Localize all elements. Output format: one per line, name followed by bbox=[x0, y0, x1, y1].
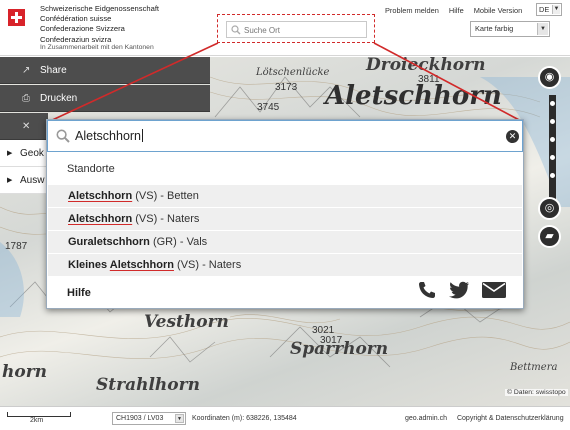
result-match: Guraletschhorn bbox=[68, 236, 150, 248]
confederation-name-fr: Confédération suisse bbox=[40, 14, 112, 24]
target-icon: ◉ bbox=[544, 71, 555, 83]
result-match: Aletschhorn bbox=[68, 213, 133, 225]
phone-icon[interactable] bbox=[417, 280, 437, 300]
zoom-slider[interactable] bbox=[549, 95, 556, 200]
result-detail: (VS) - Naters bbox=[173, 259, 242, 271]
search-result-item[interactable]: Aletschhorn (VS) - Naters bbox=[48, 208, 522, 231]
confederation-subtitle: In Zusammenarbeit mit den Kantonen bbox=[40, 44, 154, 51]
search-bar[interactable]: Aletschhorn ✕ bbox=[47, 120, 523, 152]
compass-icon: ◎ bbox=[544, 202, 555, 214]
result-prefix: Kleines bbox=[68, 259, 110, 271]
search-result-item[interactable]: Kleines Aletschhorn (VS) - Naters bbox=[48, 254, 522, 277]
geolocate-button[interactable]: ◉ bbox=[538, 66, 561, 89]
zoom-tick bbox=[550, 119, 555, 124]
map-label-dettmera: Bettmera bbox=[510, 362, 558, 373]
triangle-right-icon: ▶ bbox=[7, 150, 13, 157]
mobile-version-link[interactable]: Mobile Version bbox=[474, 6, 522, 15]
map-elevation: 3811 bbox=[418, 74, 440, 85]
map-label-horn: horn bbox=[2, 362, 48, 382]
result-match: Aletschhorn bbox=[109, 259, 174, 271]
copyright-privacy-link[interactable]: Copyright & Datenschutzerklärung bbox=[457, 415, 564, 422]
coordinate-system-value: CH1903 / LV03 bbox=[116, 415, 164, 422]
language-select[interactable]: DE ▼ bbox=[536, 3, 562, 16]
triangle-right-icon: ▶ bbox=[7, 177, 13, 184]
zoom-tick bbox=[550, 173, 555, 178]
coordinate-system-select[interactable]: CH1903 / LV03 ▼ bbox=[112, 412, 186, 425]
print-icon: ⎙ bbox=[22, 93, 30, 104]
switzerland-icon: ▰ bbox=[545, 230, 554, 242]
result-detail: (VS) - Betten bbox=[132, 190, 199, 202]
search-query: Aletschhorn bbox=[75, 129, 142, 143]
status-bar: 2km CH1903 / LV03 ▼ Koordinaten (m): 638… bbox=[0, 406, 570, 430]
help-link[interactable]: Hilfe bbox=[449, 6, 464, 15]
header-search-box[interactable] bbox=[226, 21, 367, 38]
tools-button[interactable]: ✕ bbox=[0, 113, 48, 140]
mail-icon[interactable] bbox=[481, 280, 507, 300]
zoom-tick bbox=[550, 155, 555, 160]
rotate-button[interactable]: ◎ bbox=[538, 197, 561, 220]
twitter-icon[interactable] bbox=[448, 280, 470, 300]
map-elevation: 3173 bbox=[275, 82, 298, 93]
result-detail: (VS) - Naters bbox=[132, 213, 200, 225]
share-button[interactable]: ↗ Share bbox=[0, 57, 210, 84]
map-elevation: 3017 bbox=[320, 335, 343, 346]
header: Schweizerische Eidgenossenschaft Confédé… bbox=[0, 0, 570, 56]
background-layer-value: Karte farbig bbox=[475, 24, 514, 33]
results-section-header: Standorte bbox=[67, 163, 115, 175]
search-input[interactable]: Aletschhorn bbox=[75, 129, 144, 143]
header-search-input[interactable] bbox=[244, 24, 362, 36]
share-label: Share bbox=[40, 65, 67, 76]
geo-admin-link[interactable]: geo.admin.ch bbox=[405, 415, 447, 422]
search-result-item[interactable]: Guraletschhorn (GR) - Vals bbox=[48, 231, 522, 254]
search-icon bbox=[56, 129, 70, 143]
search-icon bbox=[231, 25, 241, 35]
footer-links: geo.admin.ch Copyright & Datenschutzerkl… bbox=[405, 415, 570, 422]
category-label: Geok bbox=[20, 148, 44, 159]
language-value: DE bbox=[539, 5, 550, 14]
wrench-icon: ✕ bbox=[22, 121, 31, 132]
clear-search-icon[interactable]: ✕ bbox=[506, 130, 519, 143]
zoom-tick bbox=[550, 137, 555, 142]
scale-label: 2km bbox=[30, 417, 44, 424]
map-elevation: 1787 bbox=[5, 241, 28, 252]
category-label: Ausw bbox=[20, 175, 45, 186]
chevron-down-icon: ▼ bbox=[175, 414, 184, 423]
map-label-aletschhorn: Aletschhorn bbox=[325, 81, 502, 111]
background-layer-select[interactable]: Karte farbig ▼ bbox=[470, 21, 550, 37]
print-label: Drucken bbox=[40, 93, 78, 104]
search-result-item[interactable]: Aletschhorn (VS) - Betten bbox=[48, 185, 522, 208]
confederation-names: Schweizerische Eidgenossenschaft Confédé… bbox=[40, 4, 159, 45]
map-label-loetschenluecke: Lötschenlücke bbox=[256, 67, 330, 78]
chevron-down-icon: ▼ bbox=[552, 5, 560, 14]
print-button[interactable]: ⎙ Drucken bbox=[0, 85, 210, 112]
search-results-panel: Aletschhorn ✕ Standorte Aletschhorn (VS)… bbox=[46, 119, 524, 309]
swiss-map-button[interactable]: ▰ bbox=[538, 225, 561, 248]
text-caret bbox=[142, 129, 144, 142]
map-label-strahlhorn: Strahlhorn bbox=[96, 375, 200, 395]
help-label: Hilfe bbox=[67, 287, 91, 299]
swiss-flag-logo bbox=[8, 9, 25, 26]
category-auswahl[interactable]: ▶ Ausw bbox=[0, 167, 48, 194]
chevron-down-icon: ▼ bbox=[537, 23, 548, 35]
confederation-name-de: Schweizerische Eidgenossenschaft bbox=[40, 4, 160, 13]
map-label-droieckhorn: Droieckhorn bbox=[366, 57, 486, 75]
map-copyright: © Daten: swisstopo bbox=[505, 389, 568, 396]
share-icon: ↗ bbox=[22, 65, 31, 76]
map-label-nesthorn: Vesthorn bbox=[144, 312, 229, 332]
header-links: Problem melden Hilfe Mobile Version bbox=[385, 6, 530, 15]
category-geokatalog[interactable]: ▶ Geok bbox=[0, 140, 48, 167]
result-match: Aletschhorn bbox=[68, 190, 133, 202]
confederation-name-it: Confederazione Svizzera bbox=[40, 24, 125, 34]
report-problem-link[interactable]: Problem melden bbox=[385, 6, 439, 15]
result-detail: (GR) - Vals bbox=[149, 236, 208, 248]
map-elevation: 3745 bbox=[257, 102, 280, 113]
zoom-tick bbox=[550, 101, 555, 106]
coordinates-readout: Koordinaten (m): 638226, 135484 bbox=[192, 415, 297, 422]
